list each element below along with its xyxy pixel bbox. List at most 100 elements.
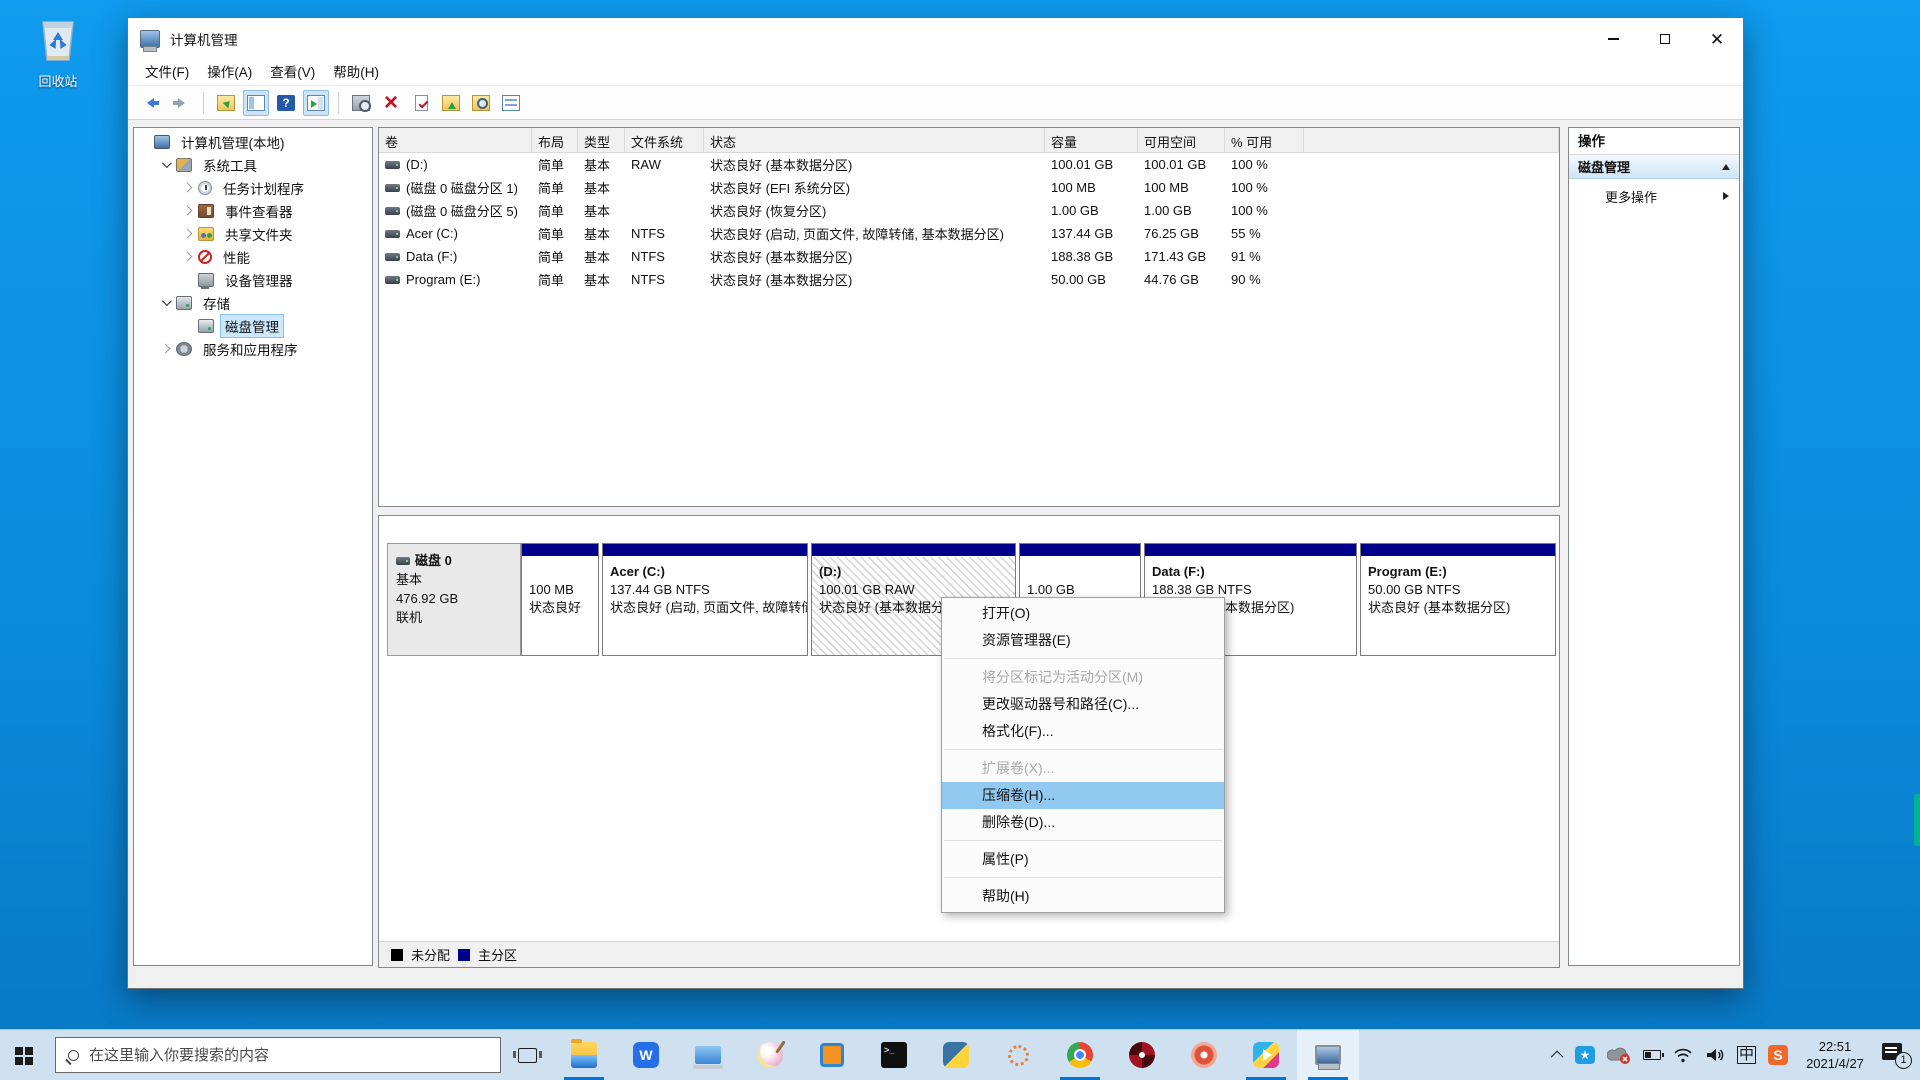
volume-row-4[interactable]: Data (F:)简单基本NTFS状态良好 (基本数据分区)188.38 GB1… <box>379 245 1559 268</box>
context-menu-item-9[interactable]: 删除卷(D)... <box>942 809 1224 836</box>
properties-button[interactable] <box>408 90 434 116</box>
tree-item-0[interactable]: 计算机管理(本地) <box>134 130 372 153</box>
wifi-icon[interactable] <box>1673 1047 1693 1063</box>
search-input[interactable] <box>89 1047 488 1064</box>
action-center-button[interactable]: 1 <box>1882 1043 1912 1067</box>
taskbar-search[interactable] <box>55 1037 501 1073</box>
export-list-button[interactable] <box>213 90 239 116</box>
chevron-collapsed-icon[interactable] <box>183 206 193 216</box>
explore-button[interactable] <box>468 90 494 116</box>
minimize-button[interactable] <box>1587 18 1639 60</box>
view-options-button[interactable] <box>498 90 524 116</box>
context-menu-item-1[interactable]: 资源管理器(E) <box>942 627 1224 654</box>
column-header-5[interactable]: 容量 <box>1045 128 1138 152</box>
disk0-label-box[interactable]: 磁盘 0 基本 476.92 GB 联机 <box>387 543 521 656</box>
maximize-button[interactable] <box>1639 18 1691 60</box>
taskbar-app-video-app[interactable] <box>1235 1030 1297 1080</box>
partition-block-5[interactable]: Program (E:)50.00 GB NTFS状态良好 (基本数据分区) <box>1360 543 1556 656</box>
taskbar-app-monitor[interactable] <box>677 1030 739 1080</box>
show-action-pane-button[interactable] <box>303 90 329 116</box>
collapse-icon[interactable] <box>1722 164 1730 170</box>
taskbar-app-file-explorer[interactable] <box>553 1030 615 1080</box>
volume-row-1[interactable]: (磁盘 0 磁盘分区 1)简单基本状态良好 (EFI 系统分区)100 MB10… <box>379 176 1559 199</box>
task-view-button[interactable] <box>501 1030 553 1080</box>
taskbar-app-ring-app[interactable] <box>987 1030 1049 1080</box>
tree-item-8[interactable]: 磁盘管理 <box>134 314 372 337</box>
delete-button[interactable] <box>378 90 404 116</box>
tree-item-1[interactable]: 系统工具 <box>134 153 372 176</box>
actions-section-disk-management[interactable]: 磁盘管理 <box>1569 155 1739 179</box>
back-button[interactable] <box>138 90 164 116</box>
volume-row-3[interactable]: Acer (C:)简单基本NTFS状态良好 (启动, 页面文件, 故障转储, 基… <box>379 222 1559 245</box>
ime-indicator[interactable]: 中 <box>1737 1046 1756 1064</box>
taskbar-app-chrome[interactable] <box>1049 1030 1111 1080</box>
tree-item-4[interactable]: 共享文件夹 <box>134 222 372 245</box>
volume-row-0[interactable]: (D:)简单基本RAW状态良好 (基本数据分区)100.01 GB100.01 … <box>379 153 1559 176</box>
tray-onedrive-icon[interactable] <box>1607 1046 1631 1064</box>
volume-row-5[interactable]: Program (E:)简单基本NTFS状态良好 (基本数据分区)50.00 G… <box>379 268 1559 291</box>
events-icon <box>198 204 214 218</box>
more-actions-item[interactable]: 更多操作 <box>1569 179 1739 213</box>
column-header-1[interactable]: 布局 <box>532 128 578 152</box>
partition-block-0[interactable]: 100 MB状态良好 <box>521 543 599 656</box>
taskbar-app-pinwheel-app[interactable] <box>1111 1030 1173 1080</box>
chevron-collapsed-icon[interactable] <box>161 344 171 354</box>
column-header-3[interactable]: 文件系统 <box>625 128 704 152</box>
volume-icon[interactable] <box>1705 1047 1725 1063</box>
context-menu-item-4[interactable]: 更改驱动器号和路径(C)... <box>942 691 1224 718</box>
taskbar-app-wps[interactable]: W <box>615 1030 677 1080</box>
show-console-tree-button[interactable] <box>243 90 269 116</box>
column-header-2[interactable]: 类型 <box>578 128 625 152</box>
column-header-6[interactable]: 可用空间 <box>1138 128 1225 152</box>
close-button[interactable]: ✕ <box>1691 18 1743 60</box>
tree-item-6[interactable]: 设备管理器 <box>134 268 372 291</box>
column-header-0[interactable]: 卷 <box>379 128 532 152</box>
taskbar-app-computer-management[interactable] <box>1297 1030 1359 1080</box>
open-folder-button[interactable] <box>438 90 464 116</box>
column-header-4[interactable]: 状态 <box>704 128 1045 152</box>
volume-cell: 76.25 GB <box>1138 226 1225 241</box>
taskbar-app-vmware[interactable] <box>801 1030 863 1080</box>
titlebar[interactable]: 计算机管理 ✕ <box>128 18 1743 60</box>
taskbar-app-paint[interactable] <box>739 1030 801 1080</box>
context-menu-item-13[interactable]: 帮助(H) <box>942 883 1224 910</box>
volume-cell: 100.01 GB <box>1138 157 1225 172</box>
partition-block-1[interactable]: Acer (C:)137.44 GB NTFS状态良好 (启动, 页面文件, 故… <box>602 543 808 656</box>
legend-label-1: 主分区 <box>478 945 517 964</box>
chevron-collapsed-icon[interactable] <box>183 229 193 239</box>
recycle-bin[interactable]: 回收站 <box>18 12 98 90</box>
forward-button[interactable] <box>168 90 194 116</box>
column-header-7[interactable]: % 可用 <box>1225 128 1304 152</box>
tree-item-2[interactable]: 任务计划程序 <box>134 176 372 199</box>
volume-row-2[interactable]: (磁盘 0 磁盘分区 5)简单基本状态良好 (恢复分区)1.00 GB1.00 … <box>379 199 1559 222</box>
chevron-expanded-icon[interactable] <box>162 296 172 306</box>
tree-item-5[interactable]: 性能 <box>134 245 372 268</box>
chevron-expanded-icon[interactable] <box>162 158 172 168</box>
chevron-collapsed-icon[interactable] <box>183 252 193 262</box>
tree-item-9[interactable]: 服务和应用程序 <box>134 337 372 360</box>
tree-item-3[interactable]: 事件查看器 <box>134 199 372 222</box>
context-menu-item-0[interactable]: 打开(O) <box>942 600 1224 627</box>
context-menu-item-11[interactable]: 属性(P) <box>942 846 1224 873</box>
tree-item-7[interactable]: 存储 <box>134 291 372 314</box>
menubar-item-2[interactable]: 查看(V) <box>261 60 324 86</box>
taskbar-app-python[interactable] <box>925 1030 987 1080</box>
tray-star-app-icon[interactable]: ★ <box>1575 1046 1595 1064</box>
context-menu-item-5[interactable]: 格式化(F)... <box>942 718 1224 745</box>
taskbar-clock[interactable]: 22:51 2021/4/27 <box>1800 1038 1870 1072</box>
volume-cell: NTFS <box>625 272 704 287</box>
chevron-collapsed-icon[interactable] <box>183 183 193 193</box>
menubar-item-1[interactable]: 操作(A) <box>198 60 261 86</box>
taskbar-app-snail-app[interactable] <box>1173 1030 1235 1080</box>
tray-overflow-chevron[interactable] <box>1554 1051 1563 1060</box>
help-button[interactable] <box>273 90 299 116</box>
start-button[interactable] <box>0 1030 55 1080</box>
menubar-item-3[interactable]: 帮助(H) <box>324 60 388 86</box>
sogou-input-icon[interactable]: S <box>1768 1045 1788 1065</box>
refresh-disks-button[interactable] <box>348 90 374 116</box>
battery-icon[interactable] <box>1643 1050 1661 1060</box>
taskbar-app-terminal[interactable]: >_ <box>863 1030 925 1080</box>
recycle-bin-icon <box>35 51 81 68</box>
context-menu-item-8[interactable]: 压缩卷(H)... <box>942 782 1224 809</box>
menubar-item-0[interactable]: 文件(F) <box>136 60 198 86</box>
